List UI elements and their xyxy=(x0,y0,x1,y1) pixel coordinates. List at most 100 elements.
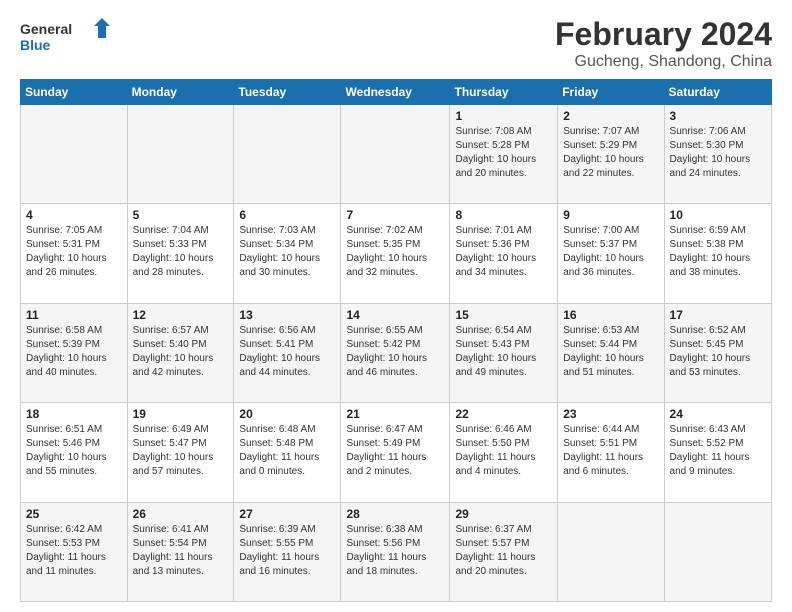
calendar-cell: 8 Sunrise: 7:01 AMSunset: 5:36 PMDaylight… xyxy=(450,204,558,303)
calendar-cell: 11 Sunrise: 6:58 AMSunset: 5:39 PMDayligh… xyxy=(21,303,128,402)
calendar-cell: 6 Sunrise: 7:03 AMSunset: 5:34 PMDaylight… xyxy=(234,204,341,303)
day-number: 13 xyxy=(239,308,335,322)
calendar-cell xyxy=(21,105,128,204)
day-number: 16 xyxy=(563,308,658,322)
calendar-cell: 13 Sunrise: 6:56 AMSunset: 5:41 PMDayligh… xyxy=(234,303,341,402)
day-info: Sunrise: 6:53 AMSunset: 5:44 PMDaylight:… xyxy=(563,324,658,380)
calendar-cell: 21 Sunrise: 6:47 AMSunset: 5:49 PMDayligh… xyxy=(341,403,450,502)
sub-title: Gucheng, Shandong, China xyxy=(555,53,772,71)
day-number: 15 xyxy=(455,308,552,322)
calendar-cell xyxy=(127,105,234,204)
day-info: Sunrise: 6:43 AMSunset: 5:52 PMDaylight:… xyxy=(670,423,766,479)
logo-svg: General Blue xyxy=(20,16,110,60)
svg-text:General: General xyxy=(20,21,72,37)
day-info: Sunrise: 6:58 AMSunset: 5:39 PMDaylight:… xyxy=(26,324,122,380)
day-number: 24 xyxy=(670,407,766,421)
calendar-cell xyxy=(664,502,771,601)
day-info: Sunrise: 7:06 AMSunset: 5:30 PMDaylight:… xyxy=(670,125,766,181)
day-number: 17 xyxy=(670,308,766,322)
day-number: 26 xyxy=(133,507,229,521)
day-info: Sunrise: 6:51 AMSunset: 5:46 PMDaylight:… xyxy=(26,423,122,479)
calendar-cell: 15 Sunrise: 6:54 AMSunset: 5:43 PMDayligh… xyxy=(450,303,558,402)
calendar-cell: 23Sunrise: 6:44 AMSunset: 5:51 PMDayligh… xyxy=(558,403,664,502)
logo: General Blue xyxy=(20,16,110,60)
calendar-table: SundayMondayTuesdayWednesdayThursdayFrid… xyxy=(20,79,772,602)
day-number: 14 xyxy=(346,308,444,322)
header-sunday: Sunday xyxy=(21,80,128,105)
header: General Blue February 2024 Gucheng, Shan… xyxy=(20,16,772,71)
day-number: 28 xyxy=(346,507,444,521)
svg-text:Blue: Blue xyxy=(20,37,51,53)
day-info: Sunrise: 6:59 AMSunset: 5:38 PMDaylight:… xyxy=(670,224,766,280)
header-wednesday: Wednesday xyxy=(341,80,450,105)
week-row-3: 11 Sunrise: 6:58 AMSunset: 5:39 PMDayligh… xyxy=(21,303,772,402)
calendar-page: General Blue February 2024 Gucheng, Shan… xyxy=(0,0,792,612)
day-info: Sunrise: 7:03 AMSunset: 5:34 PMDaylight:… xyxy=(239,224,335,280)
day-info: Sunrise: 6:55 AMSunset: 5:42 PMDaylight:… xyxy=(346,324,444,380)
week-row-4: 18 Sunrise: 6:51 AMSunset: 5:46 PMDayligh… xyxy=(21,403,772,502)
day-info: Sunrise: 6:46 AMSunset: 5:50 PMDaylight:… xyxy=(455,423,552,479)
header-tuesday: Tuesday xyxy=(234,80,341,105)
calendar-header-row: SundayMondayTuesdayWednesdayThursdayFrid… xyxy=(21,80,772,105)
day-number: 18 xyxy=(26,407,122,421)
day-number: 10 xyxy=(670,208,766,222)
calendar-cell xyxy=(558,502,664,601)
calendar-cell: 4 Sunrise: 7:05 AMSunset: 5:31 PMDaylight… xyxy=(21,204,128,303)
calendar-cell: 18 Sunrise: 6:51 AMSunset: 5:46 PMDayligh… xyxy=(21,403,128,502)
day-info: Sunrise: 7:04 AMSunset: 5:33 PMDaylight:… xyxy=(133,224,229,280)
calendar-cell: 17 Sunrise: 6:52 AMSunset: 5:45 PMDayligh… xyxy=(664,303,771,402)
day-info: Sunrise: 7:00 AMSunset: 5:37 PMDaylight:… xyxy=(563,224,658,280)
calendar-cell: 19 Sunrise: 6:49 AMSunset: 5:47 PMDayligh… xyxy=(127,403,234,502)
header-monday: Monday xyxy=(127,80,234,105)
day-info: Sunrise: 7:07 AMSunset: 5:29 PMDaylight:… xyxy=(563,125,658,181)
calendar-cell: 9 Sunrise: 7:00 AMSunset: 5:37 PMDaylight… xyxy=(558,204,664,303)
day-number: 22 xyxy=(455,407,552,421)
calendar-cell: 26Sunrise: 6:41 AMSunset: 5:54 PMDayligh… xyxy=(127,502,234,601)
calendar-cell: 10 Sunrise: 6:59 AMSunset: 5:38 PMDayligh… xyxy=(664,204,771,303)
day-info: Sunrise: 6:54 AMSunset: 5:43 PMDaylight:… xyxy=(455,324,552,380)
calendar-cell: 16 Sunrise: 6:53 AMSunset: 5:44 PMDayligh… xyxy=(558,303,664,402)
calendar-cell: 24 Sunrise: 6:43 AMSunset: 5:52 PMDayligh… xyxy=(664,403,771,502)
calendar-cell xyxy=(234,105,341,204)
day-info: Sunrise: 7:01 AMSunset: 5:36 PMDaylight:… xyxy=(455,224,552,280)
week-row-1: 1Sunrise: 7:08 AMSunset: 5:28 PMDaylight… xyxy=(21,105,772,204)
day-number: 1 xyxy=(455,109,552,123)
day-number: 6 xyxy=(239,208,335,222)
day-info: Sunrise: 6:37 AMSunset: 5:57 PMDaylight:… xyxy=(455,523,552,579)
title-block: February 2024 Gucheng, Shandong, China xyxy=(555,16,772,71)
day-info: Sunrise: 6:57 AMSunset: 5:40 PMDaylight:… xyxy=(133,324,229,380)
day-number: 11 xyxy=(26,308,122,322)
calendar-cell: 7 Sunrise: 7:02 AMSunset: 5:35 PMDaylight… xyxy=(341,204,450,303)
day-info: Sunrise: 6:47 AMSunset: 5:49 PMDaylight:… xyxy=(346,423,444,479)
week-row-5: 25Sunrise: 6:42 AMSunset: 5:53 PMDayligh… xyxy=(21,502,772,601)
day-number: 25 xyxy=(26,507,122,521)
day-number: 9 xyxy=(563,208,658,222)
day-info: Sunrise: 6:44 AMSunset: 5:51 PMDaylight:… xyxy=(563,423,658,479)
calendar-cell: 5 Sunrise: 7:04 AMSunset: 5:33 PMDaylight… xyxy=(127,204,234,303)
day-info: Sunrise: 6:52 AMSunset: 5:45 PMDaylight:… xyxy=(670,324,766,380)
header-thursday: Thursday xyxy=(450,80,558,105)
day-info: Sunrise: 6:49 AMSunset: 5:47 PMDaylight:… xyxy=(133,423,229,479)
day-info: Sunrise: 7:02 AMSunset: 5:35 PMDaylight:… xyxy=(346,224,444,280)
main-title: February 2024 xyxy=(555,16,772,53)
day-number: 21 xyxy=(346,407,444,421)
day-info: Sunrise: 6:56 AMSunset: 5:41 PMDaylight:… xyxy=(239,324,335,380)
calendar-cell: 27Sunrise: 6:39 AMSunset: 5:55 PMDayligh… xyxy=(234,502,341,601)
header-friday: Friday xyxy=(558,80,664,105)
day-number: 3 xyxy=(670,109,766,123)
day-number: 4 xyxy=(26,208,122,222)
calendar-cell: 25Sunrise: 6:42 AMSunset: 5:53 PMDayligh… xyxy=(21,502,128,601)
week-row-2: 4 Sunrise: 7:05 AMSunset: 5:31 PMDaylight… xyxy=(21,204,772,303)
day-number: 8 xyxy=(455,208,552,222)
day-number: 29 xyxy=(455,507,552,521)
calendar-cell: 20Sunrise: 6:48 AMSunset: 5:48 PMDayligh… xyxy=(234,403,341,502)
day-number: 5 xyxy=(133,208,229,222)
day-info: Sunrise: 7:05 AMSunset: 5:31 PMDaylight:… xyxy=(26,224,122,280)
header-saturday: Saturday xyxy=(664,80,771,105)
calendar-cell: 1Sunrise: 7:08 AMSunset: 5:28 PMDaylight… xyxy=(450,105,558,204)
calendar-cell: 28Sunrise: 6:38 AMSunset: 5:56 PMDayligh… xyxy=(341,502,450,601)
day-number: 19 xyxy=(133,407,229,421)
calendar-cell xyxy=(341,105,450,204)
day-number: 7 xyxy=(346,208,444,222)
calendar-cell: 12Sunrise: 6:57 AMSunset: 5:40 PMDayligh… xyxy=(127,303,234,402)
